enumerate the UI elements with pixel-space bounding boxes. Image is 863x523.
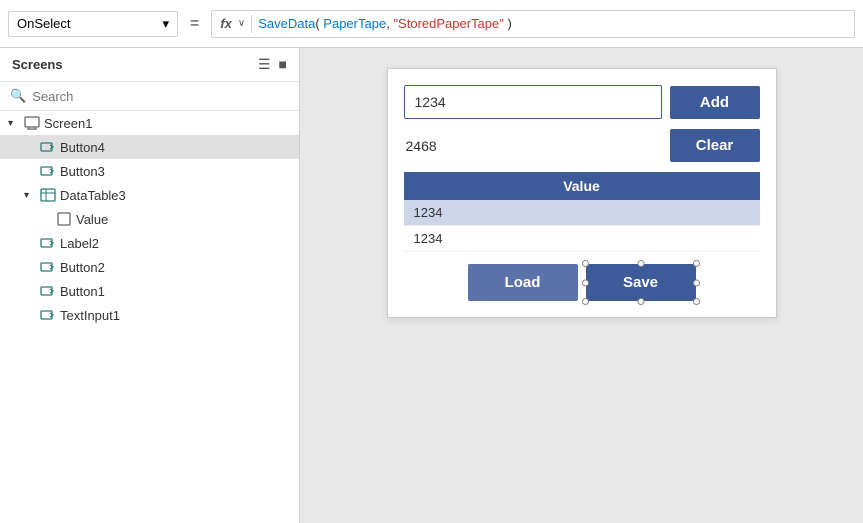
tree-item-datatable3[interactable]: ▾ DataTable3: [0, 183, 299, 207]
handle-bl: [582, 298, 589, 305]
formula-bar[interactable]: fx ∨ SaveData( PaperTape, "StoredPaperTa…: [211, 10, 855, 38]
table-cell: 1234: [404, 200, 760, 226]
tree-label-button2: Button2: [60, 260, 105, 275]
label-row: 2468 Clear: [404, 129, 760, 162]
expand-icon: ▾: [8, 118, 20, 129]
clear-button[interactable]: Clear: [670, 129, 760, 162]
text-input-field[interactable]: [404, 85, 662, 119]
table-header-value: Value: [404, 172, 760, 200]
handle-tl: [582, 260, 589, 267]
tree-label-label2: Label2: [60, 236, 99, 251]
list-view-icon[interactable]: ☰: [258, 56, 271, 73]
event-selector[interactable]: OnSelect ▾: [8, 11, 178, 37]
formula-text: SaveData( PaperTape, "StoredPaperTape" ): [258, 16, 512, 31]
handle-br: [693, 298, 700, 305]
load-button[interactable]: Load: [468, 264, 578, 301]
tree-item-button4[interactable]: Button4: [0, 135, 299, 159]
input-row: Add: [404, 85, 760, 119]
tree-item-screen1[interactable]: ▾ Screen1: [0, 111, 299, 135]
button-icon: [40, 283, 56, 299]
handle-tc: [637, 260, 644, 267]
sidebar-search-bar[interactable]: 🔍: [0, 82, 299, 111]
sidebar-title: Screens: [12, 57, 63, 72]
tree-label-button1: Button1: [60, 284, 105, 299]
sidebar: Screens ☰ ■ 🔍 ▾ Screen1: [0, 48, 300, 523]
tree: ▾ Screen1 Button4 Button3: [0, 111, 299, 523]
formula-icon: fx: [220, 16, 232, 31]
tree-label-button3: Button3: [60, 164, 105, 179]
chevron-down-icon: ▾: [162, 16, 169, 32]
formula-divider: [251, 15, 252, 33]
toolbar: OnSelect ▾ = fx ∨ SaveData( PaperTape, "…: [0, 0, 863, 48]
handle-ml: [582, 279, 589, 286]
table-cell: 1234: [404, 226, 760, 252]
table-row[interactable]: 1234: [404, 200, 760, 226]
tree-label-textinput1: TextInput1: [60, 308, 120, 323]
main-area: Screens ☰ ■ 🔍 ▾ Screen1: [0, 48, 863, 523]
tree-item-button2[interactable]: Button2: [0, 255, 299, 279]
sidebar-header: Screens ☰ ■: [0, 48, 299, 82]
screen-icon: [24, 115, 40, 131]
label-value: 2468: [404, 130, 662, 162]
formula-chevron-icon: ∨: [238, 18, 245, 29]
textinput-icon: [40, 307, 56, 323]
handle-tr: [693, 260, 700, 267]
expand-icon: ▾: [24, 190, 36, 201]
tree-item-button3[interactable]: Button3: [0, 159, 299, 183]
sidebar-icons: ☰ ■: [258, 56, 287, 73]
button-icon: [40, 259, 56, 275]
search-input[interactable]: [32, 89, 289, 104]
checkbox-icon: [56, 211, 72, 227]
grid-view-icon[interactable]: ■: [279, 56, 287, 73]
tree-item-button1[interactable]: Button1: [0, 279, 299, 303]
button-icon: [40, 163, 56, 179]
data-table: Value 1234 1234: [404, 172, 760, 252]
equals-symbol: =: [186, 15, 203, 33]
canvas: Add 2468 Clear Value 1234: [300, 48, 863, 523]
datatable-icon: [40, 187, 56, 203]
handle-bc: [637, 298, 644, 305]
tree-label-datatable3: DataTable3: [60, 188, 126, 203]
tree-label-value: Value: [76, 212, 108, 227]
handle-mr: [693, 279, 700, 286]
add-button[interactable]: Add: [670, 86, 760, 119]
tree-label-button4: Button4: [60, 140, 105, 155]
tree-item-label2[interactable]: Label2: [0, 231, 299, 255]
event-selector-label: OnSelect: [17, 16, 70, 31]
search-icon: 🔍: [10, 88, 26, 104]
table-row[interactable]: 1234: [404, 226, 760, 252]
tree-item-textinput1[interactable]: TextInput1: [0, 303, 299, 327]
tree-label-screen1: Screen1: [44, 116, 92, 131]
bottom-row: Load Save: [404, 264, 760, 301]
tree-item-value[interactable]: Value: [0, 207, 299, 231]
label-icon: [40, 235, 56, 251]
button-icon: [40, 139, 56, 155]
save-button[interactable]: Save: [586, 264, 696, 301]
save-button-wrapper: Save: [586, 264, 696, 301]
app-screen: Add 2468 Clear Value 1234: [387, 68, 777, 318]
